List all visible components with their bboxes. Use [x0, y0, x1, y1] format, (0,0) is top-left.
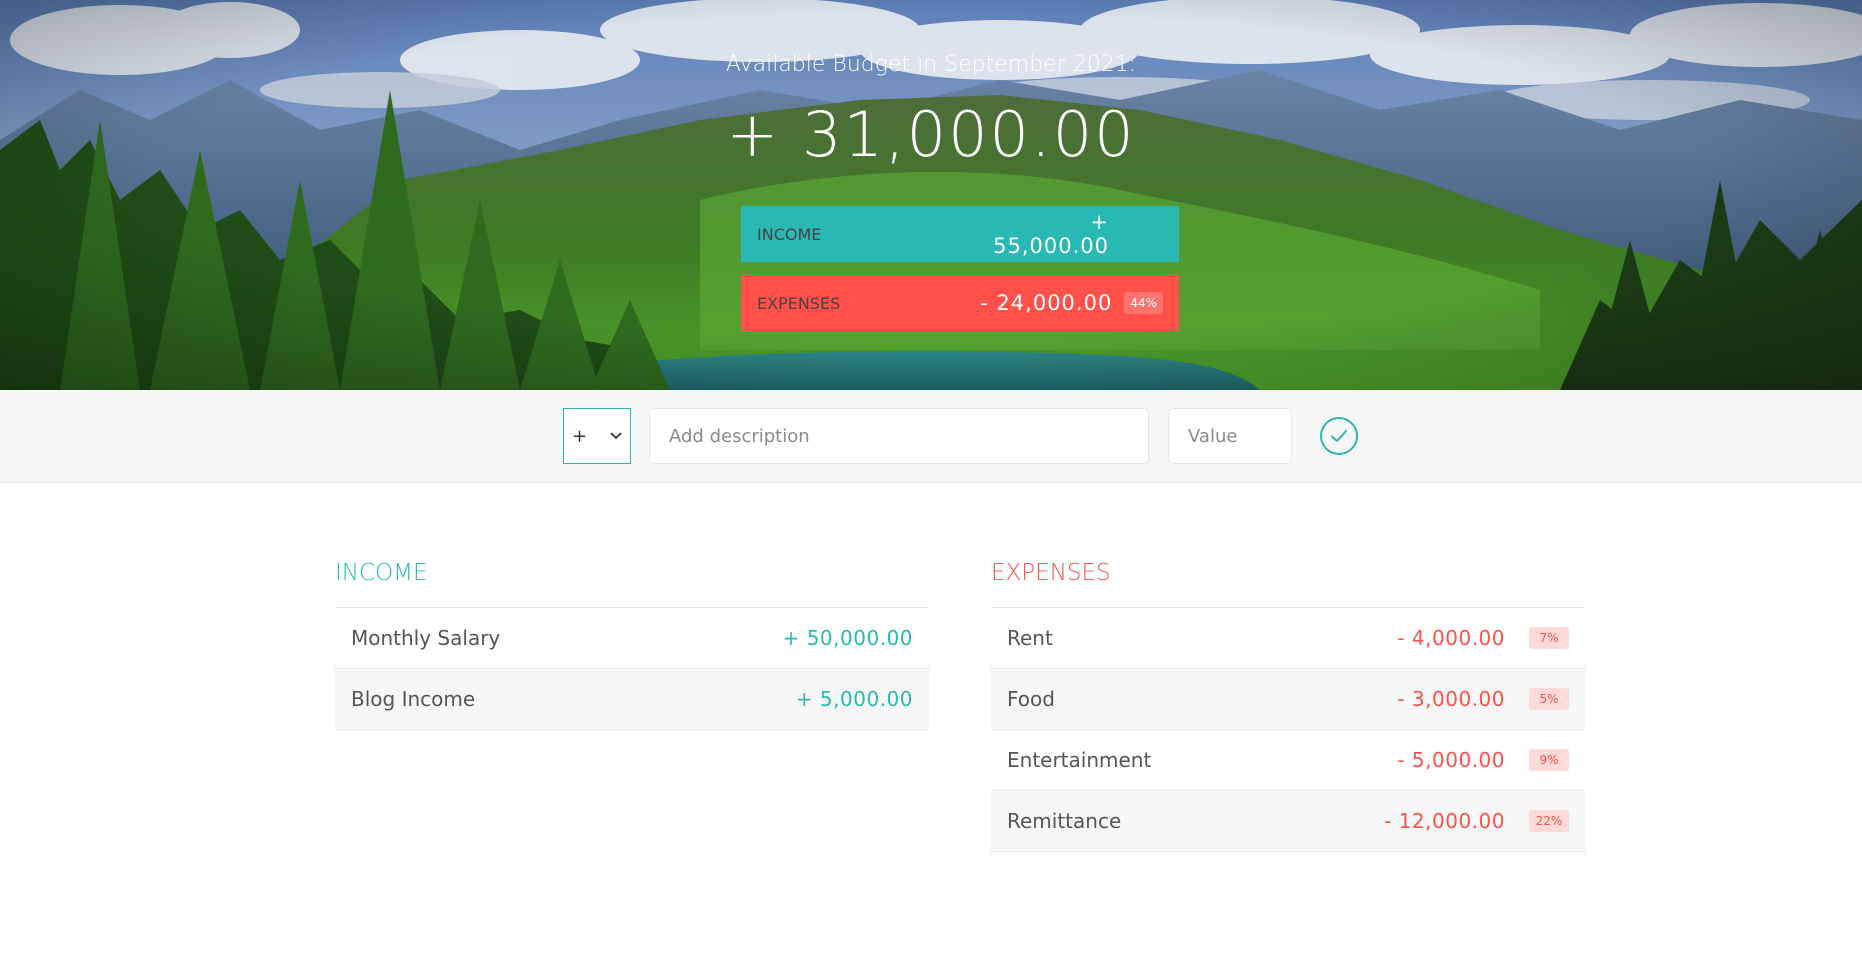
budget-title: Available Budget in September 2021:: [725, 52, 1137, 77]
expense-item-description: Entertainment: [1007, 748, 1152, 772]
expenses-summary-percentage: 44%: [1124, 292, 1163, 314]
income-item[interactable]: Monthly Salary + 50,000.00: [335, 608, 929, 669]
expense-item-description: Food: [1007, 687, 1055, 711]
expenses-summary-bar: Expenses - 24,000.00 44%: [741, 275, 1179, 331]
expense-item-percentage: 5%: [1529, 688, 1569, 710]
income-item-description: Monthly Salary: [351, 626, 501, 650]
chevron-down-icon: [610, 429, 622, 443]
expense-item-value: - 12,000.00: [1384, 809, 1505, 833]
expenses-summary-label: Expenses: [757, 293, 841, 313]
expense-item-value: - 5,000.00: [1397, 748, 1505, 772]
expenses-list: Expenses Rent - 4,000.00 7% Food - 3,000…: [991, 555, 1585, 852]
income-item-value: + 50,000.00: [782, 626, 913, 650]
budget-value: + 31,000.00: [726, 98, 1136, 171]
income-item-value: + 5,000.00: [795, 687, 913, 711]
type-select-value: +: [572, 425, 588, 447]
check-circle-icon: [1331, 430, 1347, 442]
expense-item-description: Rent: [1007, 626, 1053, 650]
expenses-summary-value: - 24,000.00: [980, 291, 1113, 315]
expense-item-description: Remittance: [1007, 809, 1122, 833]
expense-item-percentage: 22%: [1529, 810, 1569, 832]
income-list: Income Monthly Salary + 50,000.00 Blog I…: [335, 555, 929, 730]
expense-item-percentage: 9%: [1529, 749, 1569, 771]
income-summary-value: + 55,000.00: [993, 210, 1109, 258]
income-item[interactable]: Blog Income + 5,000.00: [335, 669, 929, 730]
budget-header: Available Budget in September 2021: + 31…: [0, 0, 1862, 390]
expense-item-percentage: 7%: [1529, 627, 1569, 649]
add-entry-button[interactable]: [1320, 417, 1358, 455]
expense-item-value: - 3,000.00: [1397, 687, 1505, 711]
type-select[interactable]: +: [563, 408, 631, 464]
expense-item[interactable]: Entertainment - 5,000.00 9%: [991, 730, 1585, 791]
expense-item[interactable]: Rent - 4,000.00 7%: [991, 608, 1585, 669]
income-summary-label: Income: [757, 224, 822, 244]
value-input[interactable]: [1168, 408, 1292, 464]
expense-item[interactable]: Food - 3,000.00 5%: [991, 669, 1585, 730]
add-entry-bar: +: [0, 390, 1862, 483]
expenses-list-title: Expenses: [991, 555, 1585, 608]
expense-item-value: - 4,000.00: [1397, 626, 1505, 650]
description-input[interactable]: [649, 408, 1149, 464]
income-summary-bar: Income + 55,000.00: [741, 206, 1179, 262]
income-item-description: Blog Income: [351, 687, 476, 711]
budget-summary: Available Budget in September 2021: + 31…: [0, 0, 1862, 390]
income-list-title: Income: [335, 555, 929, 608]
expense-item[interactable]: Remittance - 12,000.00 22%: [991, 791, 1585, 852]
